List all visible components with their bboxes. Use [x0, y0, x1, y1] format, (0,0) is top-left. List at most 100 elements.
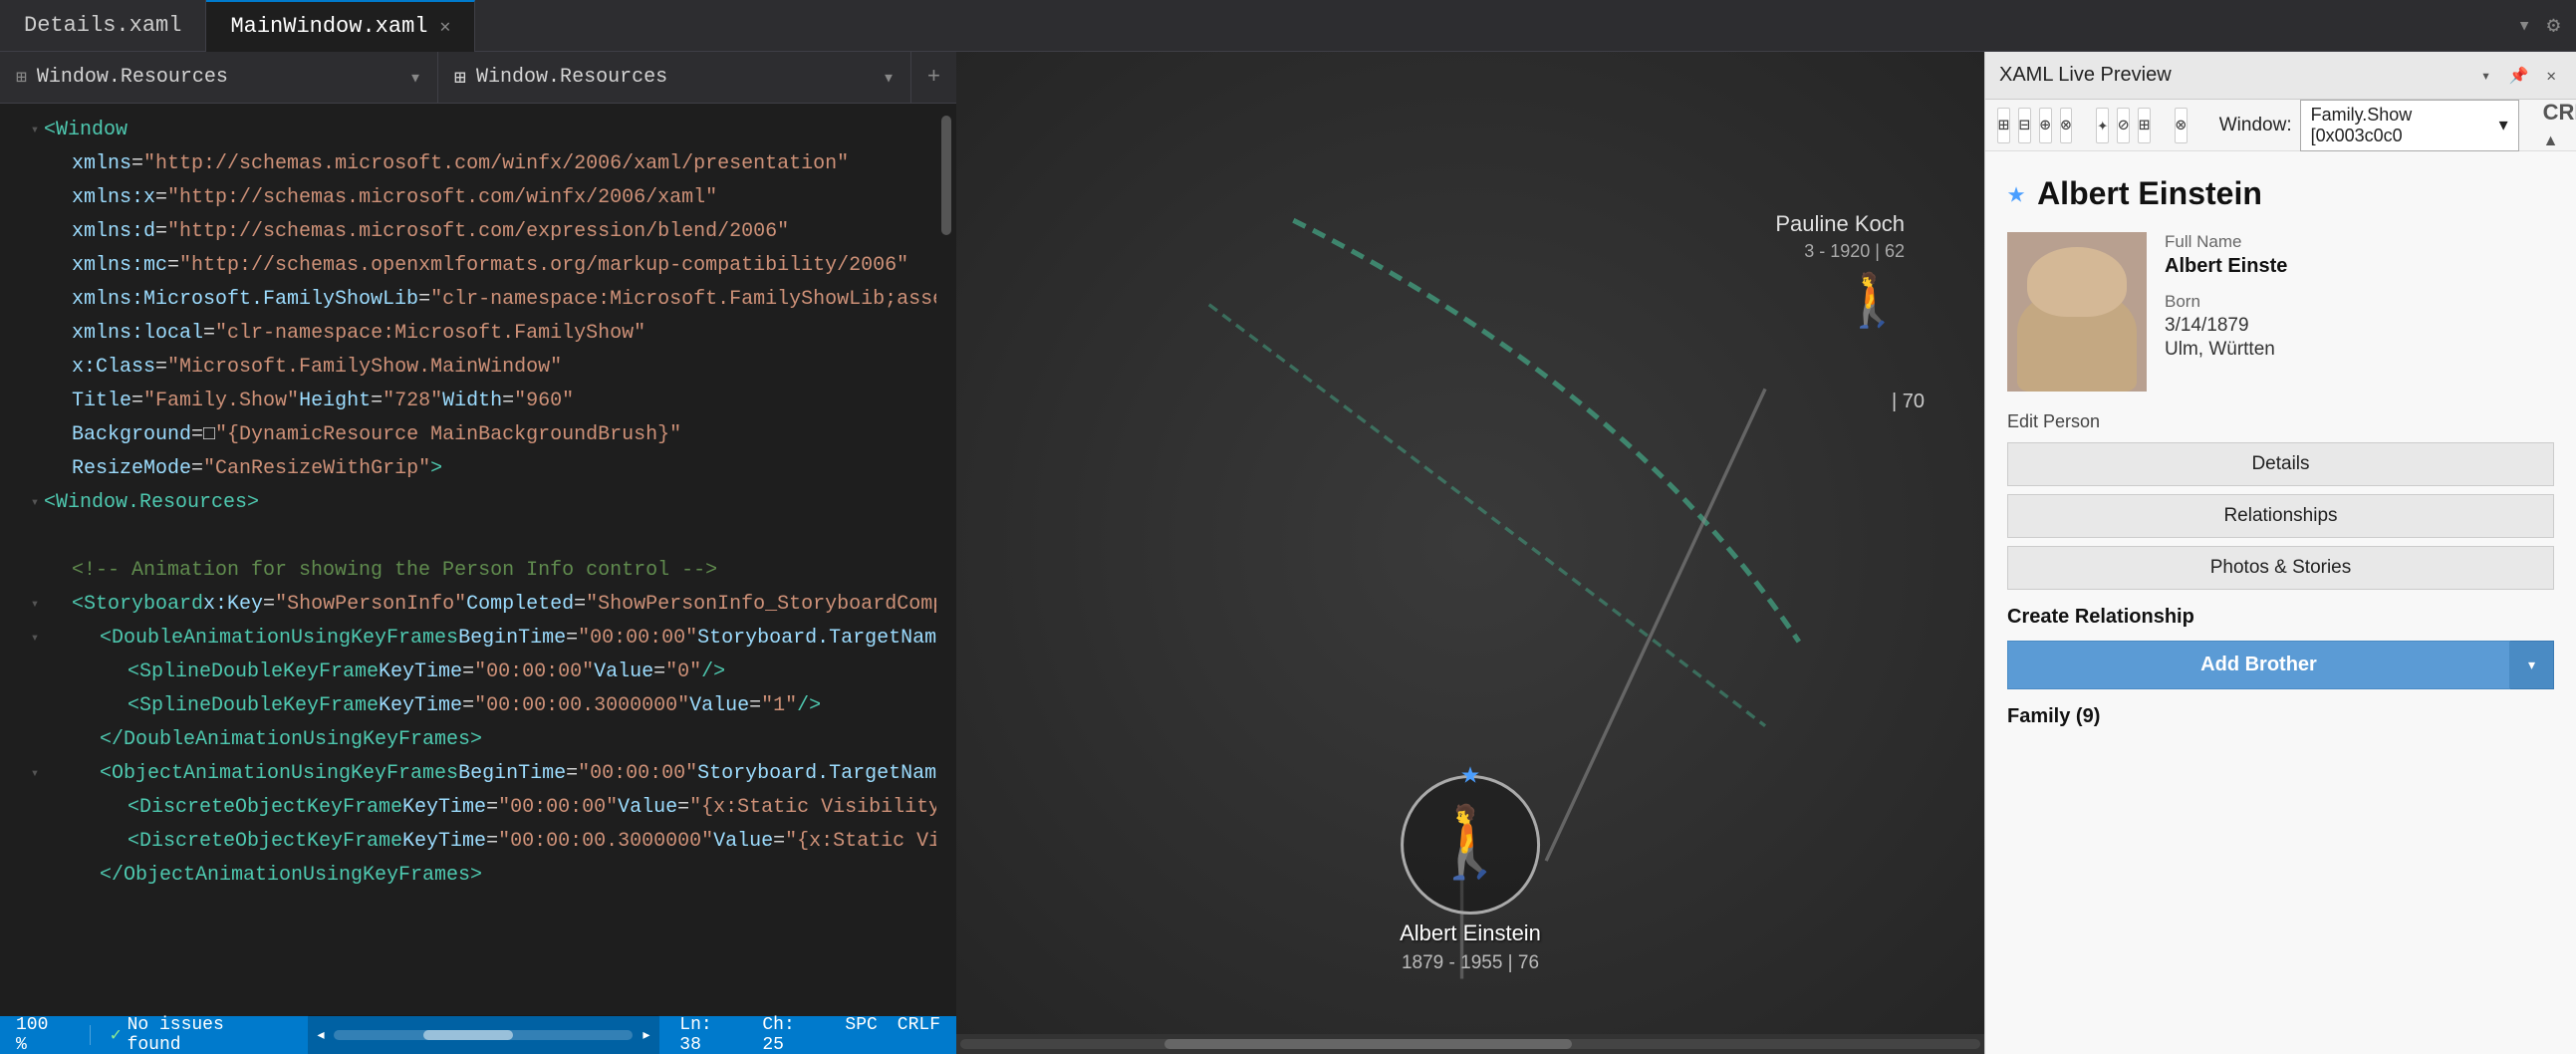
- fold-icon[interactable]: ▾: [26, 596, 44, 614]
- zoom-item: 100 %: [16, 1015, 70, 1054]
- code-line: ResizeMode="CanResizeWithGrip">: [14, 452, 936, 486]
- rt-btn-4[interactable]: ⊗: [2060, 108, 2073, 143]
- rt-btn-1[interactable]: ⊞: [1997, 108, 2010, 143]
- code-line: x:Class="Microsoft.FamilyShow.MainWindow…: [14, 351, 936, 385]
- pip-star-icon: ★: [2007, 175, 2025, 212]
- rt-btn-6[interactable]: ⊘: [2117, 108, 2130, 143]
- full-name-field-label: Full Name: [2165, 232, 2554, 252]
- relationships-btn[interactable]: Relationships: [2007, 494, 2554, 538]
- code-line: <DiscreteObjectKeyFrame KeyTime="00:00:0…: [14, 791, 936, 825]
- right-panel: XAML Live Preview ▾ 📌 ✕ ⊞ ⊟ ⊕ ⊗ ✦ ⊘ ⊞ ⊗ …: [1984, 52, 2576, 1054]
- tab-mainwindow-label: MainWindow.xaml: [230, 14, 427, 39]
- tab-mainwindow[interactable]: MainWindow.xaml ✕: [206, 0, 475, 52]
- ln-label: Ln: 38: [679, 1015, 742, 1054]
- create-relationship-section: Create Relationship Add Brother ▾: [2007, 606, 2554, 689]
- add-brother-dropdown-btn[interactable]: ▾: [2510, 641, 2554, 689]
- code-line: </ObjectAnimationUsingKeyFrames>: [14, 859, 936, 893]
- preview-hscroll-track: [960, 1039, 1980, 1049]
- left-dropdown[interactable]: ⊞ Window.Resources ▾: [0, 52, 438, 103]
- family-tree-area: Pauline Koch 3 - 1920 | 62 🚶 | 70 ★: [956, 52, 1984, 1034]
- dropdown-bar: ⊞ Window.Resources ▾ ⊞ Window.Resources …: [0, 52, 956, 104]
- window-label: Window:: [2219, 115, 2292, 136]
- add-resource-btn[interactable]: +: [910, 52, 956, 103]
- born-place-value: Ulm, Württen: [2165, 339, 2554, 361]
- einstein-main-node: ★ 🚶 Albert Einstein 1879 - 1955 | 76: [1400, 775, 1541, 974]
- einstein-circle-wrapper: ★ 🚶: [1401, 775, 1540, 915]
- rt-btn-2[interactable]: ⊟: [2018, 108, 2031, 143]
- fold-icon[interactable]: ▾: [26, 122, 44, 139]
- code-line: <DiscreteObjectKeyFrame KeyTime="00:00:0…: [14, 825, 936, 859]
- rt-btn-5[interactable]: ✦: [2096, 108, 2109, 143]
- fold-icon[interactable]: ▾: [26, 765, 44, 783]
- details-btn[interactable]: Details: [2007, 442, 2554, 486]
- rt-btn-3[interactable]: ⊕: [2039, 108, 2052, 143]
- tab-chevron-icon[interactable]: ▾: [2518, 13, 2531, 39]
- issues-icon: ✓: [111, 1024, 122, 1046]
- editor-panel: ⊞ Window.Resources ▾ ⊞ Window.Resources …: [0, 52, 956, 1054]
- window-dropdown-arrow-icon: ▾: [2499, 115, 2508, 135]
- rt-btn-7[interactable]: ⊞: [2138, 108, 2151, 143]
- status-sep: [90, 1025, 91, 1045]
- rph-actions: ▾ 📌 ✕: [2475, 64, 2562, 88]
- rt-btn-8[interactable]: ⊗: [2175, 108, 2188, 143]
- code-line: [14, 520, 936, 554]
- code-line: ▾ <ObjectAnimationUsingKeyFrames BeginTi…: [14, 757, 936, 791]
- right-toolbar: ⊞ ⊟ ⊕ ⊗ ✦ ⊘ ⊞ ⊗ Window: Family.Show [0x0…: [1985, 100, 2576, 151]
- main-layout: ⊞ Window.Resources ▾ ⊞ Window.Resources …: [0, 52, 2576, 1054]
- vertical-scrollbar[interactable]: [936, 104, 956, 1016]
- right-dropdown-arrow: ▾: [883, 65, 895, 91]
- fold-icon[interactable]: ▾: [26, 630, 44, 648]
- window-selector: Window: Family.Show [0x003c0c0 ▾: [2219, 100, 2519, 151]
- ch-label: Ch: 25: [762, 1015, 825, 1054]
- status-right: ◂ ▸ Ln: 38 Ch: 25 SPC CRLF: [308, 1015, 940, 1054]
- preview-content: Pauline Koch 3 - 1920 | 62 🚶 | 70 ★: [956, 52, 1984, 1034]
- tab-close-btn[interactable]: ✕: [439, 16, 450, 38]
- fold-icon[interactable]: ▾: [26, 494, 44, 512]
- scrollbar-thumb: [941, 116, 951, 235]
- scroll-left-btn[interactable]: ◂: [316, 1024, 327, 1046]
- code-line: xmlns:Microsoft.FamilyShowLib="clr-names…: [14, 283, 936, 317]
- einstein-name-label: Albert Einstein: [1400, 921, 1541, 946]
- add-brother-btn[interactable]: Add Brother: [2007, 641, 2510, 689]
- scroll-right-btn[interactable]: ▸: [641, 1024, 651, 1046]
- tab-details-label: Details.xaml: [24, 13, 181, 38]
- add-brother-arrow-icon: ▾: [2526, 655, 2537, 676]
- preview-hscroll[interactable]: [956, 1034, 1984, 1054]
- creat-label: CREAT ▲: [2543, 100, 2576, 150]
- left-dropdown-icon: ⊞: [16, 67, 27, 89]
- code-line: ▾ <DoubleAnimationUsingKeyFrames BeginTi…: [14, 622, 936, 656]
- einstein-circle[interactable]: 🚶: [1401, 775, 1540, 915]
- code-editor[interactable]: ▾ <Window xmlns="http://schemas.microsof…: [14, 104, 936, 1016]
- rph-chevron-down-icon[interactable]: ▾: [2475, 64, 2497, 88]
- photos-stories-btn[interactable]: Photos & Stories: [2007, 546, 2554, 590]
- tab-details[interactable]: Details.xaml: [0, 0, 206, 52]
- pip-photo: [2007, 232, 2147, 392]
- code-line: xmlns:d="http://schemas.microsoft.com/ex…: [14, 215, 936, 249]
- pip-body: Full Name Albert Einste Born 3/14/1879 U…: [2007, 232, 2554, 392]
- pip-details: Full Name Albert Einste Born 3/14/1879 U…: [2165, 232, 2554, 392]
- left-dropdown-arrow: ▾: [409, 65, 421, 91]
- selected-star-icon: ★: [1460, 753, 1479, 793]
- born-date-value: 3/14/1879: [2165, 315, 2554, 337]
- code-line: ▾ <Window.Resources>: [14, 486, 936, 520]
- einstein-age-label: | 70: [1892, 391, 1925, 413]
- code-line: <!-- Animation for showing the Person In…: [14, 554, 936, 588]
- creat-container: CREAT ▲: [2543, 100, 2576, 151]
- right-dropdown[interactable]: ⊞ Window.Resources ▾: [438, 52, 910, 103]
- pip-header: ★ Albert Einstein: [2007, 175, 2554, 212]
- tab-gear-icon[interactable]: ⚙: [2547, 13, 2560, 39]
- code-line: xmlns="http://schemas.microsoft.com/winf…: [14, 147, 936, 181]
- window-dropdown[interactable]: Family.Show [0x003c0c0 ▾: [2300, 100, 2519, 151]
- preview-hscroll-thumb: [1164, 1039, 1573, 1049]
- code-line: xmlns:x="http://schemas.microsoft.com/wi…: [14, 181, 936, 215]
- right-dropdown-icon: ⊞: [454, 65, 466, 91]
- rph-pin-icon[interactable]: 📌: [2502, 64, 2534, 88]
- pauline-name: Pauline Koch: [1775, 211, 1905, 237]
- tab-bar: Details.xaml MainWindow.xaml ✕ ▾ ⚙: [0, 0, 2576, 52]
- einstein-person-icon: 🚶: [1426, 802, 1513, 888]
- pauline-dates: 3 - 1920 | 62: [1804, 241, 1905, 262]
- rph-close-icon[interactable]: ✕: [2540, 64, 2562, 88]
- code-line: Background=□"{DynamicResource MainBackgr…: [14, 418, 936, 452]
- creat-arrow-icon: ▲: [2543, 132, 2559, 149]
- edit-person-section-label: Edit Person: [2007, 411, 2554, 432]
